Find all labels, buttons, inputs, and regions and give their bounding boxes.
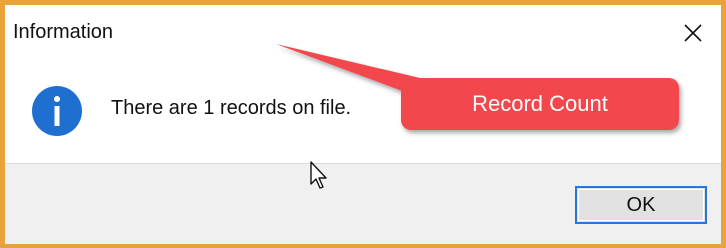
- dialog-title: Information: [13, 21, 114, 43]
- info-icon: [32, 86, 82, 136]
- dialog-titlebar: Information: [5, 5, 721, 59]
- dialog-footer: OK: [5, 163, 721, 244]
- mouse-cursor-icon: [310, 161, 327, 189]
- dialog-message: There are 1 records on file.: [111, 97, 352, 119]
- ok-button[interactable]: OK: [575, 186, 707, 224]
- callout-label: Record Count: [472, 91, 608, 116]
- close-icon[interactable]: [679, 19, 707, 47]
